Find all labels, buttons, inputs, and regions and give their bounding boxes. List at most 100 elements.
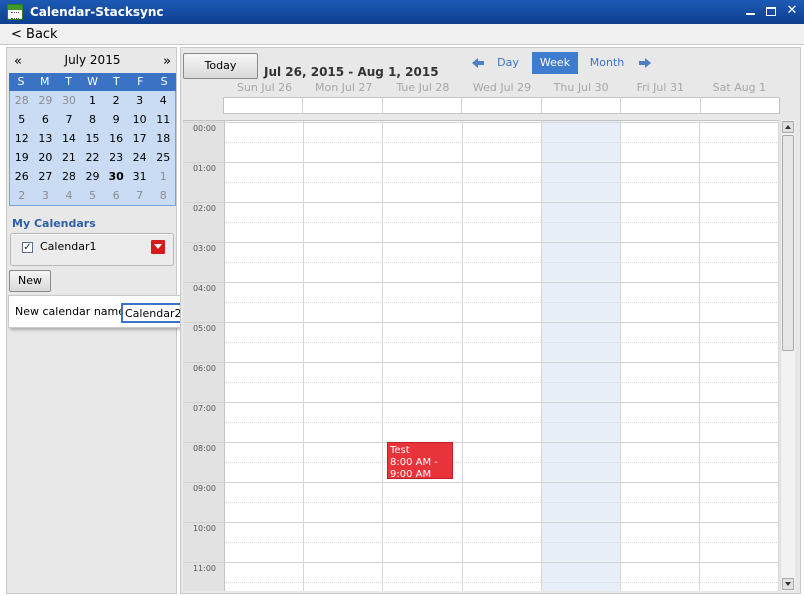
mini-calendar-day[interactable]: 8 [81, 110, 105, 129]
all-day-cell[interactable] [224, 98, 304, 113]
maximize-button[interactable] [765, 3, 777, 19]
mini-calendar-week: 19 20 21 22 23 24 25 [10, 148, 175, 167]
day-headers: Sun Jul 26 Mon Jul 27 Tue Jul 28 Wed Jul 29… [225, 80, 779, 95]
mini-calendar-day[interactable]: 25 [151, 148, 175, 167]
mini-calendar-day[interactable]: 5 [81, 186, 105, 205]
mini-calendar-day[interactable]: 18 [151, 129, 175, 148]
mini-calendar-day[interactable]: 14 [57, 129, 81, 148]
all-day-cell[interactable] [303, 98, 383, 113]
mini-calendar-day[interactable]: 16 [104, 129, 128, 148]
mini-calendar-week: 12 13 14 15 16 17 18 [10, 129, 175, 148]
mini-calendar-day[interactable]: 2 [10, 186, 34, 205]
mini-calendar-day[interactable]: 27 [34, 167, 58, 186]
calendar-event[interactable]: Test 8:00 AM - 9:00 AM [387, 442, 453, 480]
mini-calendar-day[interactable]: 23 [104, 148, 128, 167]
mini-calendar-day[interactable]: 29 [34, 91, 58, 110]
back-button[interactable]: < Back [11, 27, 58, 42]
hour-label: 00:00 [192, 124, 216, 133]
hour-gridline [183, 202, 779, 203]
hour-label: 09:00 [192, 484, 216, 493]
maximize-icon [766, 7, 776, 16]
all-day-cell[interactable] [621, 98, 701, 113]
mini-calendar-day[interactable]: 29 [81, 167, 105, 186]
mini-calendar-day[interactable]: 21 [57, 148, 81, 167]
all-day-cell[interactable] [383, 98, 463, 113]
scroll-down-arrow-icon[interactable] [782, 578, 794, 590]
calendar-list-item[interactable]: ✓ Calendar1 [10, 233, 174, 266]
all-day-cell[interactable] [462, 98, 542, 113]
next-month-button[interactable]: » [163, 54, 171, 69]
day-column[interactable] [383, 121, 463, 591]
previous-week-arrow-icon[interactable] [472, 56, 486, 70]
day-column[interactable] [225, 121, 305, 591]
scroll-thumb[interactable] [782, 135, 794, 351]
weekday-label: S [17, 75, 25, 88]
mini-calendar-day[interactable]: 1 [151, 167, 175, 186]
all-day-cell[interactable] [542, 98, 622, 113]
half-hour-gridline [225, 582, 779, 583]
mini-calendar-day[interactable]: 12 [10, 129, 34, 148]
day-column[interactable] [304, 121, 384, 591]
day-column[interactable] [463, 121, 542, 591]
mini-calendar-day[interactable]: 26 [10, 167, 34, 186]
navigation-bar: < Back [0, 24, 804, 45]
tab-week[interactable]: Week [532, 52, 578, 74]
tab-month[interactable]: Month [587, 52, 627, 74]
half-hour-gridline [225, 302, 779, 303]
mini-calendar-day[interactable]: 28 [10, 91, 34, 110]
mini-calendar-day[interactable]: 8 [151, 186, 175, 205]
all-day-cell[interactable] [701, 98, 779, 113]
mini-calendar-day[interactable]: 30 [57, 91, 81, 110]
tab-day[interactable]: Day [494, 52, 522, 74]
mini-calendar-day[interactable]: 17 [128, 129, 152, 148]
mini-calendar-day[interactable]: 2 [104, 91, 128, 110]
hour-label: 06:00 [192, 364, 216, 373]
mini-calendar-day[interactable]: 15 [81, 129, 105, 148]
weekday-label: W [87, 75, 98, 88]
minimize-button[interactable] [744, 3, 756, 19]
mini-calendar-day[interactable]: 20 [34, 148, 58, 167]
mini-calendar-day[interactable]: 4 [151, 91, 175, 110]
calendar-menu-dropdown-icon[interactable] [151, 240, 165, 254]
day-header: Thu Jul 30 [553, 81, 609, 94]
mini-calendar-day[interactable]: 10 [128, 110, 152, 129]
mini-calendar-day[interactable]: 22 [81, 148, 105, 167]
mini-calendar-day[interactable]: 9 [104, 110, 128, 129]
hour-label: 11:00 [192, 564, 216, 573]
today-button[interactable]: Today [183, 53, 258, 79]
mini-calendar-day[interactable]: 4 [57, 186, 81, 205]
all-day-row[interactable] [223, 97, 780, 114]
day-header: Sun Jul 26 [236, 81, 293, 94]
mini-calendar: SMTWTFS 28 29 30 1 2 3 4 5 6 7 8 9 10 11 12 13 14 15 16 17 1… [9, 73, 176, 206]
mini-calendar-day[interactable]: 28 [57, 167, 81, 186]
mini-calendar-day[interactable]: 13 [34, 129, 58, 148]
mini-calendar-day[interactable]: 11 [151, 110, 175, 129]
next-week-arrow-icon[interactable] [637, 56, 651, 70]
mini-calendar-day[interactable]: 3 [128, 91, 152, 110]
mini-calendar-day[interactable]: 6 [104, 186, 128, 205]
mini-calendar-day[interactable]: 5 [10, 110, 34, 129]
week-view-panel: Today Jul 26, 2015 - Aug 1, 2015 Day Wee… [180, 47, 801, 594]
mini-calendar-day[interactable]: 6 [34, 110, 58, 129]
mini-calendar-week: 2345678 [10, 186, 175, 205]
close-button[interactable]: ✕ [786, 3, 798, 19]
time-grid[interactable]: 00:00 01:00 02:00 03:00 04:00 05:00 06:00 07:00… [183, 120, 779, 591]
day-column[interactable] [700, 121, 779, 591]
mini-calendar-day[interactable]: 30 [104, 167, 128, 186]
vertical-scrollbar[interactable] [780, 120, 795, 591]
mini-calendar-day[interactable]: 24 [128, 148, 152, 167]
scroll-up-arrow-icon[interactable] [782, 121, 794, 133]
new-calendar-button[interactable]: New [9, 270, 51, 292]
mini-calendar-day[interactable]: 1 [81, 91, 105, 110]
mini-calendar-day[interactable]: 7 [128, 186, 152, 205]
calendar-checkbox[interactable]: ✓ [22, 242, 33, 253]
day-column[interactable] [621, 121, 701, 591]
new-calendar-name-label: New calendar name: [15, 305, 129, 318]
mini-calendar-day[interactable]: 31 [128, 167, 152, 186]
mini-calendar-day[interactable]: 7 [57, 110, 81, 129]
title-bar: Calendar-Stacksync ✕ [0, 0, 804, 24]
day-column[interactable] [541, 121, 621, 591]
mini-calendar-day[interactable]: 3 [34, 186, 58, 205]
mini-calendar-day[interactable]: 19 [10, 148, 34, 167]
hour-gridline [183, 282, 779, 283]
